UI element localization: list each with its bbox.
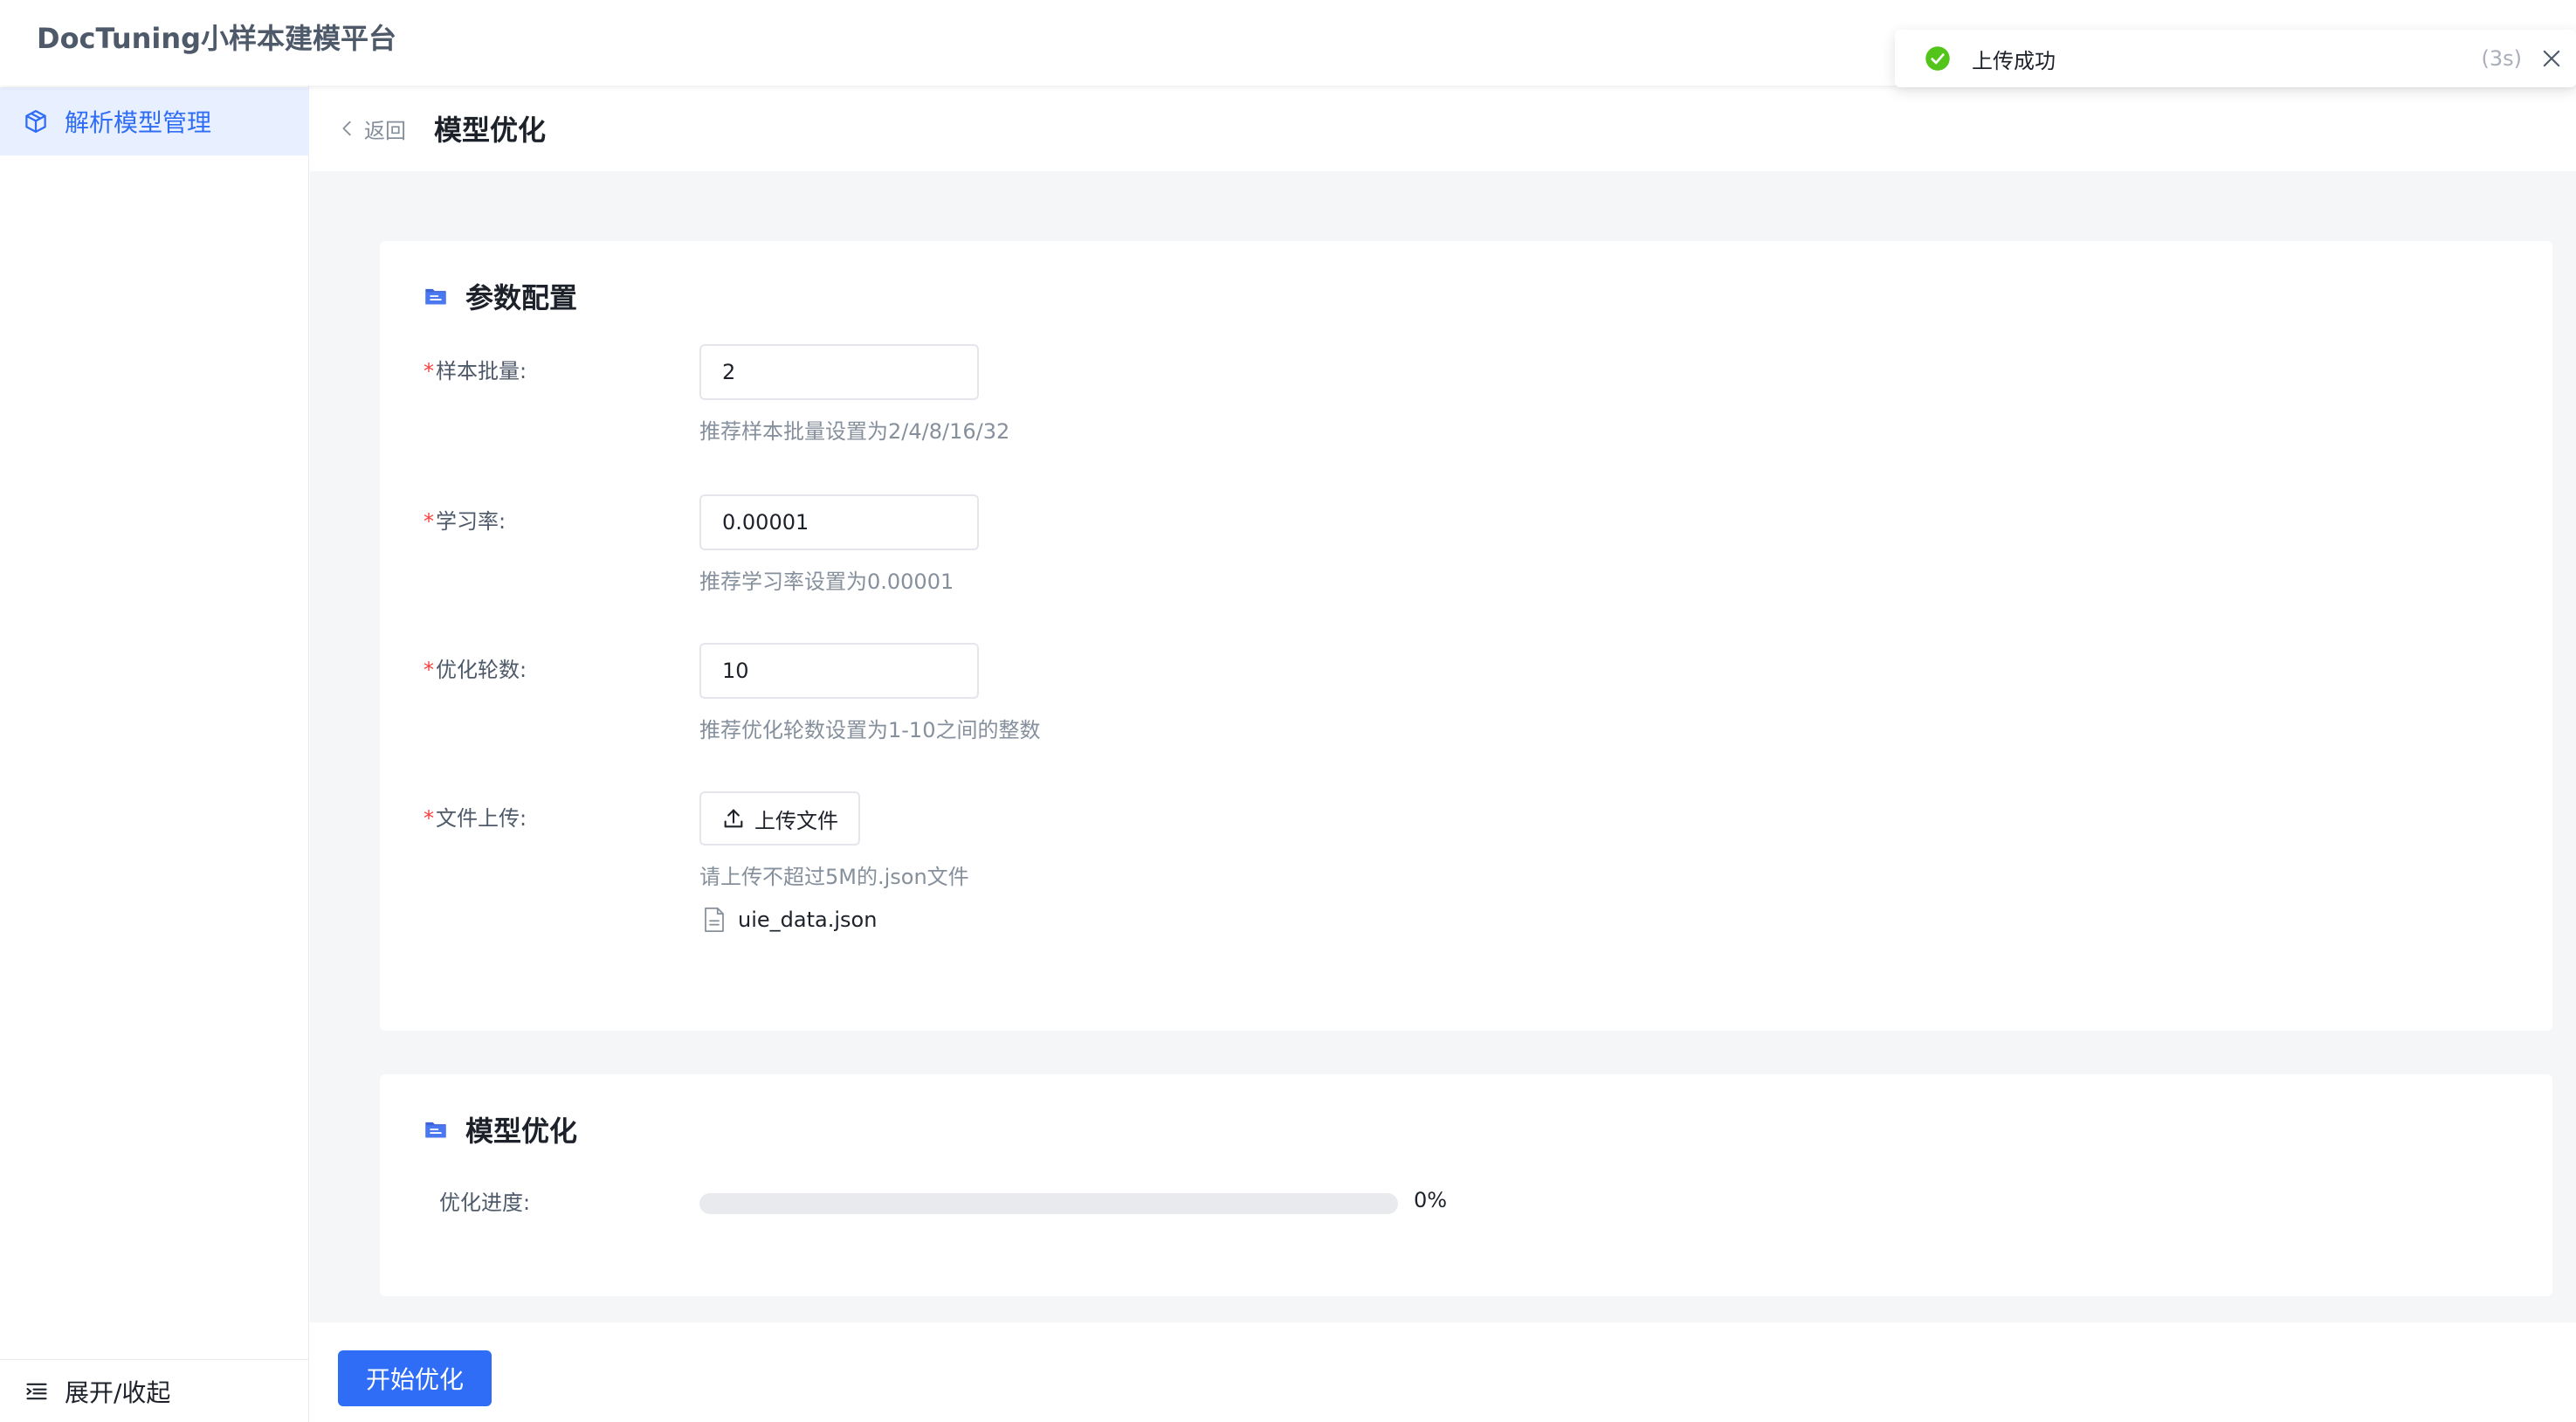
batch-size-input[interactable] — [699, 344, 979, 400]
file-icon — [705, 908, 724, 932]
toast-message: 上传成功 — [1972, 48, 2056, 73]
uploaded-file-name: uie_data.json — [738, 908, 878, 932]
required-mark: * — [424, 509, 434, 534]
epochs-label: *优化轮数: — [424, 658, 527, 682]
required-mark: * — [424, 806, 434, 831]
uploaded-file-item[interactable]: uie_data.json — [703, 907, 877, 933]
progress-bar — [699, 1193, 1398, 1214]
sidebar-toggle-label: 展开/收起 — [65, 1377, 171, 1407]
start-optimize-button[interactable]: 开始优化 — [338, 1350, 492, 1406]
toast-countdown: (3s) — [2481, 46, 2523, 71]
learning-rate-label: *学习率: — [424, 509, 506, 534]
page-header: 返回 模型优化 — [310, 86, 2576, 171]
batch-size-label: *样本批量: — [424, 359, 527, 383]
progress-text: 0% — [1414, 1188, 1448, 1212]
folder-icon — [425, 288, 446, 305]
required-mark: * — [424, 658, 434, 682]
optimize-card-title: 模型优化 — [424, 1109, 577, 1149]
epochs-hint: 推荐优化轮数设置为1-10之间的整数 — [699, 718, 1041, 742]
progress-label: 优化进度: — [439, 1191, 531, 1215]
optimize-card-title-text: 模型优化 — [465, 1115, 578, 1148]
upload-icon — [724, 809, 743, 828]
upload-button-label: 上传文件 — [754, 808, 838, 833]
params-card-title: 参数配置 — [424, 276, 577, 316]
back-label: 返回 — [364, 118, 406, 143]
success-toast: 上传成功 (3s) — [1895, 30, 2576, 87]
epochs-input[interactable] — [699, 643, 979, 699]
optimize-card: 模型优化 优化进度: 0% — [380, 1074, 2552, 1296]
close-icon[interactable] — [2539, 46, 2564, 71]
app-title: DocTuning小样本建模平台 — [37, 22, 397, 55]
page-title: 模型优化 — [434, 114, 547, 147]
file-upload-label: *文件上传: — [424, 806, 527, 831]
required-mark: * — [424, 359, 434, 383]
chevron-left-icon — [342, 121, 351, 136]
params-card-title-text: 参数配置 — [465, 281, 578, 314]
file-upload-hint: 请上传不超过5M的.json文件 — [699, 865, 969, 889]
sidebar-toggle[interactable]: 展开/收起 — [0, 1359, 309, 1422]
folder-icon — [425, 1122, 446, 1138]
back-button[interactable]: 返回 — [338, 114, 406, 144]
check-circle-icon — [1925, 46, 1950, 71]
params-card: 参数配置 *样本批量: 推荐样本批量设置为2/4/8/16/32 *学习率: 推… — [380, 241, 2552, 1031]
learning-rate-hint: 推荐学习率设置为0.00001 — [699, 569, 954, 594]
sidebar: 解析模型管理 展开/收起 — [0, 86, 309, 1422]
main-content: 参数配置 *样本批量: 推荐样本批量设置为2/4/8/16/32 *学习率: 推… — [310, 171, 2576, 1322]
menu-fold-icon — [26, 1383, 47, 1399]
upload-file-button[interactable]: 上传文件 — [699, 791, 860, 846]
learning-rate-input[interactable] — [699, 494, 979, 550]
sidebar-item-model-management[interactable]: 解析模型管理 — [0, 87, 309, 155]
sidebar-item-label: 解析模型管理 — [65, 108, 212, 137]
batch-size-hint: 推荐样本批量设置为2/4/8/16/32 — [699, 419, 1010, 444]
action-bar: 开始优化 — [310, 1322, 2576, 1422]
cube-icon — [25, 110, 46, 133]
